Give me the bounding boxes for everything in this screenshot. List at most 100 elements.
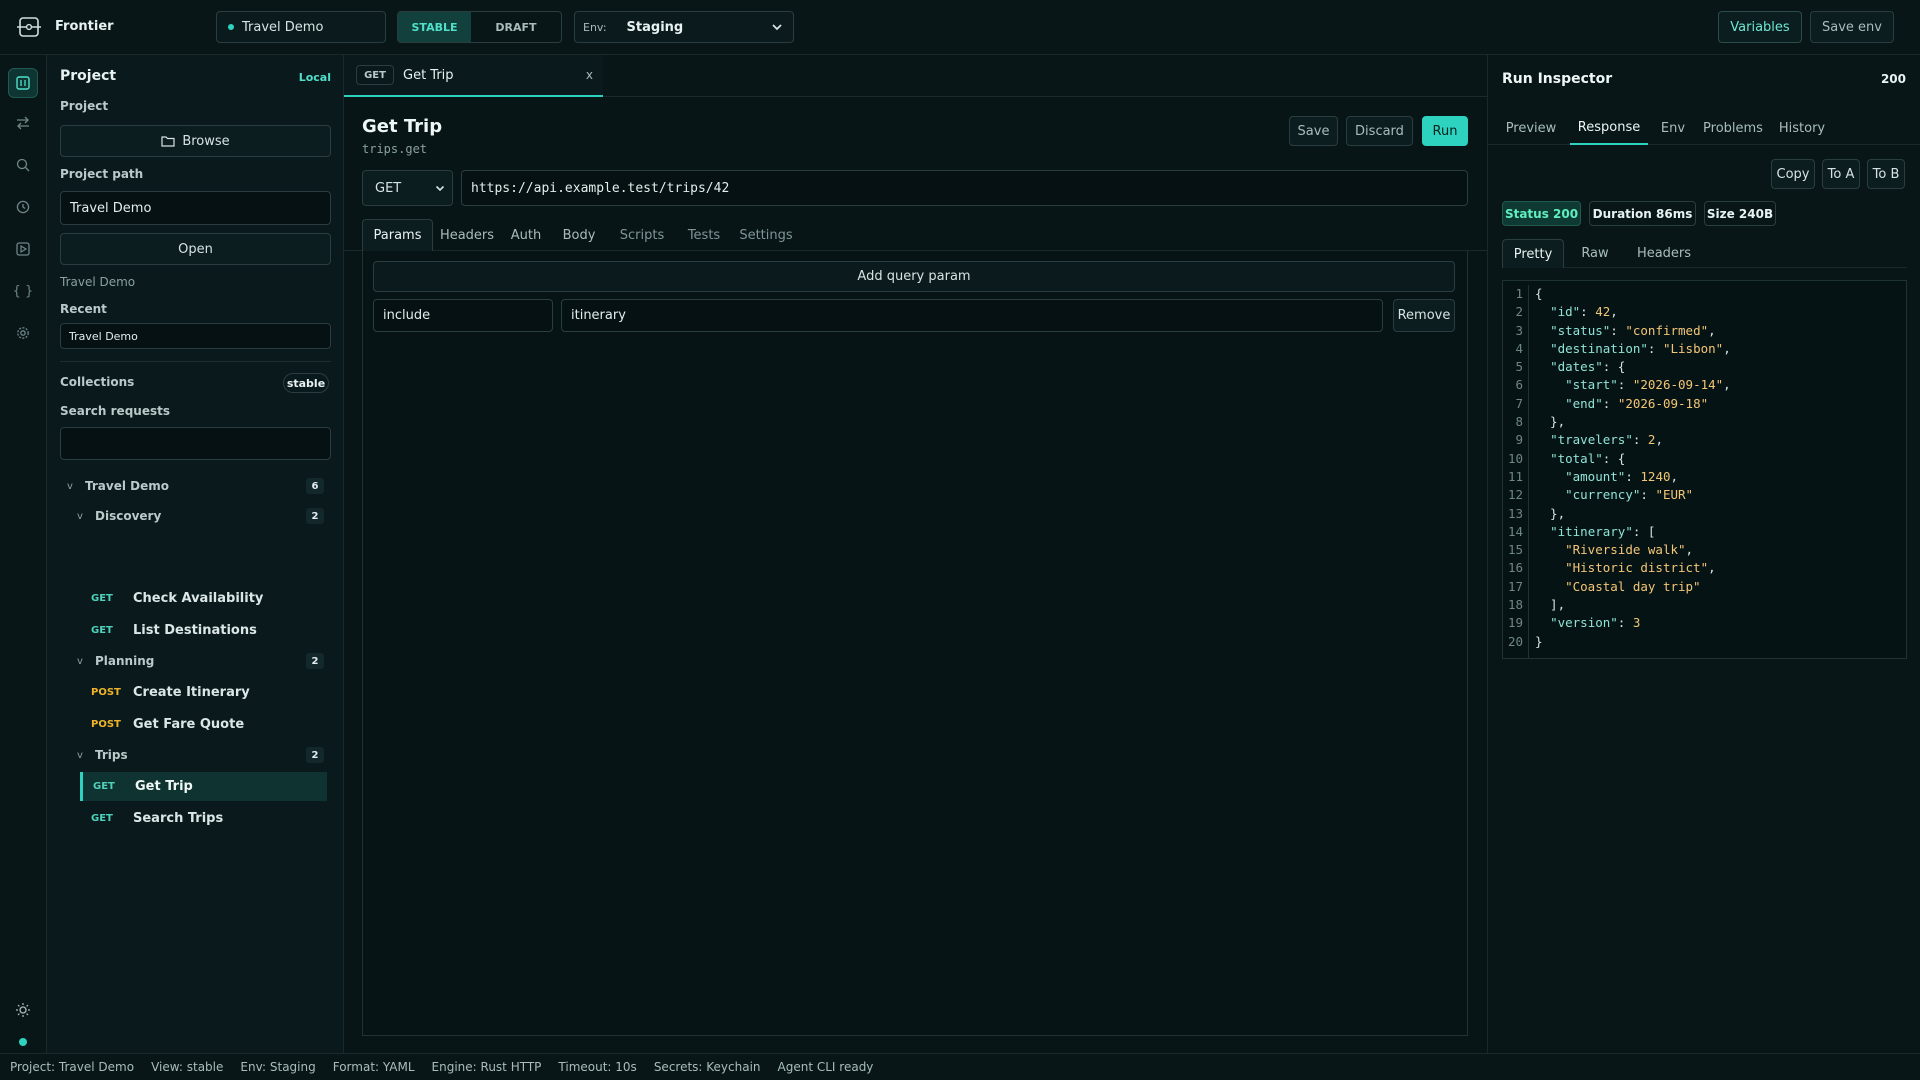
search-icon[interactable] xyxy=(12,154,34,176)
tab-params[interactable]: Params xyxy=(362,219,433,251)
tab-env[interactable]: Env xyxy=(1654,111,1692,145)
folder-trips[interactable]: v Trips 2 xyxy=(77,744,329,766)
folder-discovery[interactable]: v Discovery 2 xyxy=(77,505,329,527)
variables-button[interactable]: Variables xyxy=(1718,11,1802,43)
discard-button[interactable]: Discard xyxy=(1346,116,1413,146)
line-number: 14 xyxy=(1507,523,1523,539)
code-line: "status": "confirmed", xyxy=(1550,322,1716,338)
chevron-expanded-icon: v xyxy=(77,655,83,667)
line-number: 19 xyxy=(1507,615,1523,631)
draft-toggle[interactable]: DRAFT xyxy=(471,12,561,42)
tab-headers[interactable]: Headers xyxy=(433,219,501,251)
tab-auth[interactable]: Auth xyxy=(501,219,551,251)
theme-sun-icon[interactable] xyxy=(12,999,34,1021)
braces-icon[interactable]: { } xyxy=(12,280,34,302)
to-b-button[interactable]: To B xyxy=(1867,159,1905,189)
tab-history[interactable]: History xyxy=(1772,111,1832,145)
status-badge: Status 200 xyxy=(1502,201,1581,226)
tab-method-badge: GET xyxy=(356,65,394,85)
project-selector[interactable]: Travel Demo xyxy=(216,11,386,43)
to-a-button[interactable]: To A xyxy=(1822,159,1860,189)
open-button[interactable]: Open xyxy=(60,233,331,265)
duration-badge: Duration 86ms xyxy=(1589,201,1696,226)
params-panel: Add query param include itinerary Remove xyxy=(362,251,1468,1036)
view-tab-raw[interactable]: Raw xyxy=(1568,239,1622,268)
view-toggle: STABLE DRAFT xyxy=(397,11,562,43)
param-key-input[interactable]: include xyxy=(373,299,553,332)
request-item[interactable]: GET Check Availability xyxy=(81,585,329,611)
code-line: "Riverside walk", xyxy=(1565,542,1694,558)
run-button[interactable]: Run xyxy=(1422,116,1468,146)
project-path-input[interactable]: Travel Demo xyxy=(60,191,331,225)
browse-button[interactable]: Browse xyxy=(60,125,331,157)
close-icon[interactable]: x xyxy=(586,68,593,82)
response-code-view[interactable]: 1 2 3 4 5 6 7 8 9 10 11 12 13 14 15 16 17 18 19 20 { "id": … xyxy=(1502,280,1907,659)
folder-label: Planning xyxy=(95,654,155,668)
env-selector[interactable]: Env: Staging xyxy=(574,11,794,43)
tab-preview[interactable]: Preview xyxy=(1502,111,1560,145)
recent-label: Recent xyxy=(60,302,107,316)
code-line: "travelers": 2, xyxy=(1550,432,1663,448)
status-bar: Project: Travel Demo View: stable Env: S… xyxy=(0,1053,1920,1080)
url-input[interactable]: https://api.example.test/trips/42 xyxy=(461,170,1468,206)
folder-planning[interactable]: v Planning 2 xyxy=(77,650,329,672)
recent-item[interactable]: Travel Demo xyxy=(60,323,331,349)
request-item[interactable]: POST Create Itinerary xyxy=(81,679,329,705)
tab-response[interactable]: Response xyxy=(1570,111,1648,145)
status-view: View: stable xyxy=(151,1060,224,1074)
code-line: }, xyxy=(1535,414,1566,430)
request-item-selected[interactable]: GET Get Trip xyxy=(80,772,327,801)
project-name: Travel Demo xyxy=(60,275,136,289)
line-number: 5 xyxy=(1515,359,1523,375)
line-number: 3 xyxy=(1515,322,1523,338)
status-format: Format: YAML xyxy=(332,1060,415,1074)
view-tab-headers[interactable]: Headers xyxy=(1628,239,1700,268)
status-project: Project: Travel Demo xyxy=(10,1060,135,1074)
project-status-dot xyxy=(228,24,234,30)
code-line: } xyxy=(1535,633,1543,649)
method-badge: GET xyxy=(93,781,115,792)
tab-body[interactable]: Body xyxy=(551,219,607,251)
top-bar: Frontier Travel Demo STABLE DRAFT Env: S… xyxy=(0,0,1920,55)
tab-scripts[interactable]: Scripts xyxy=(607,219,677,251)
folder-count: 2 xyxy=(306,747,324,763)
method-select[interactable]: GET xyxy=(362,170,453,206)
method-badge: POST xyxy=(91,686,121,698)
divider xyxy=(60,361,331,362)
history-icon[interactable] xyxy=(12,196,34,218)
gear-icon[interactable] xyxy=(12,322,34,344)
line-number: 10 xyxy=(1507,450,1523,466)
collections-icon[interactable] xyxy=(8,68,38,98)
chevron-down-icon xyxy=(435,183,445,193)
request-item[interactable]: GET Search Trips xyxy=(81,805,329,831)
copy-button[interactable]: Copy xyxy=(1771,159,1815,189)
search-requests-input[interactable] xyxy=(60,427,331,460)
editor-tab-get-trip[interactable]: GET Get Trip x xyxy=(344,55,603,97)
add-query-param-button[interactable]: Add query param xyxy=(373,261,1455,292)
tab-settings[interactable]: Settings xyxy=(731,219,801,251)
save-env-button[interactable]: Save env xyxy=(1810,11,1894,43)
stable-toggle[interactable]: STABLE xyxy=(398,12,471,42)
tab-tests[interactable]: Tests xyxy=(677,219,731,251)
param-value-input[interactable]: itinerary xyxy=(561,299,1383,332)
request-item[interactable]: POST Get Fare Quote xyxy=(81,711,329,737)
status-code: 200 xyxy=(1880,72,1906,86)
view-tab-pretty[interactable]: Pretty xyxy=(1502,239,1564,268)
line-number: 18 xyxy=(1507,597,1523,613)
tree-root[interactable]: v Travel Demo 6 xyxy=(67,475,329,497)
save-button[interactable]: Save xyxy=(1289,116,1338,146)
method-badge: GET xyxy=(91,624,113,636)
project-path-label: Project path xyxy=(60,167,144,181)
inspector-title: Run Inspector xyxy=(1502,71,1613,87)
tab-problems[interactable]: Problems xyxy=(1698,111,1768,145)
request-item[interactable]: GET List Destinations xyxy=(81,617,329,643)
folder-label: Trips xyxy=(95,748,128,762)
line-number: 8 xyxy=(1515,414,1523,430)
folder-icon xyxy=(161,135,175,147)
line-number: 11 xyxy=(1507,468,1523,484)
tree-root-count: 6 xyxy=(306,478,324,494)
connection-status-dot xyxy=(19,1038,27,1046)
remove-param-button[interactable]: Remove xyxy=(1393,299,1455,332)
swap-icon[interactable] xyxy=(12,112,34,134)
runner-icon[interactable] xyxy=(12,238,34,260)
